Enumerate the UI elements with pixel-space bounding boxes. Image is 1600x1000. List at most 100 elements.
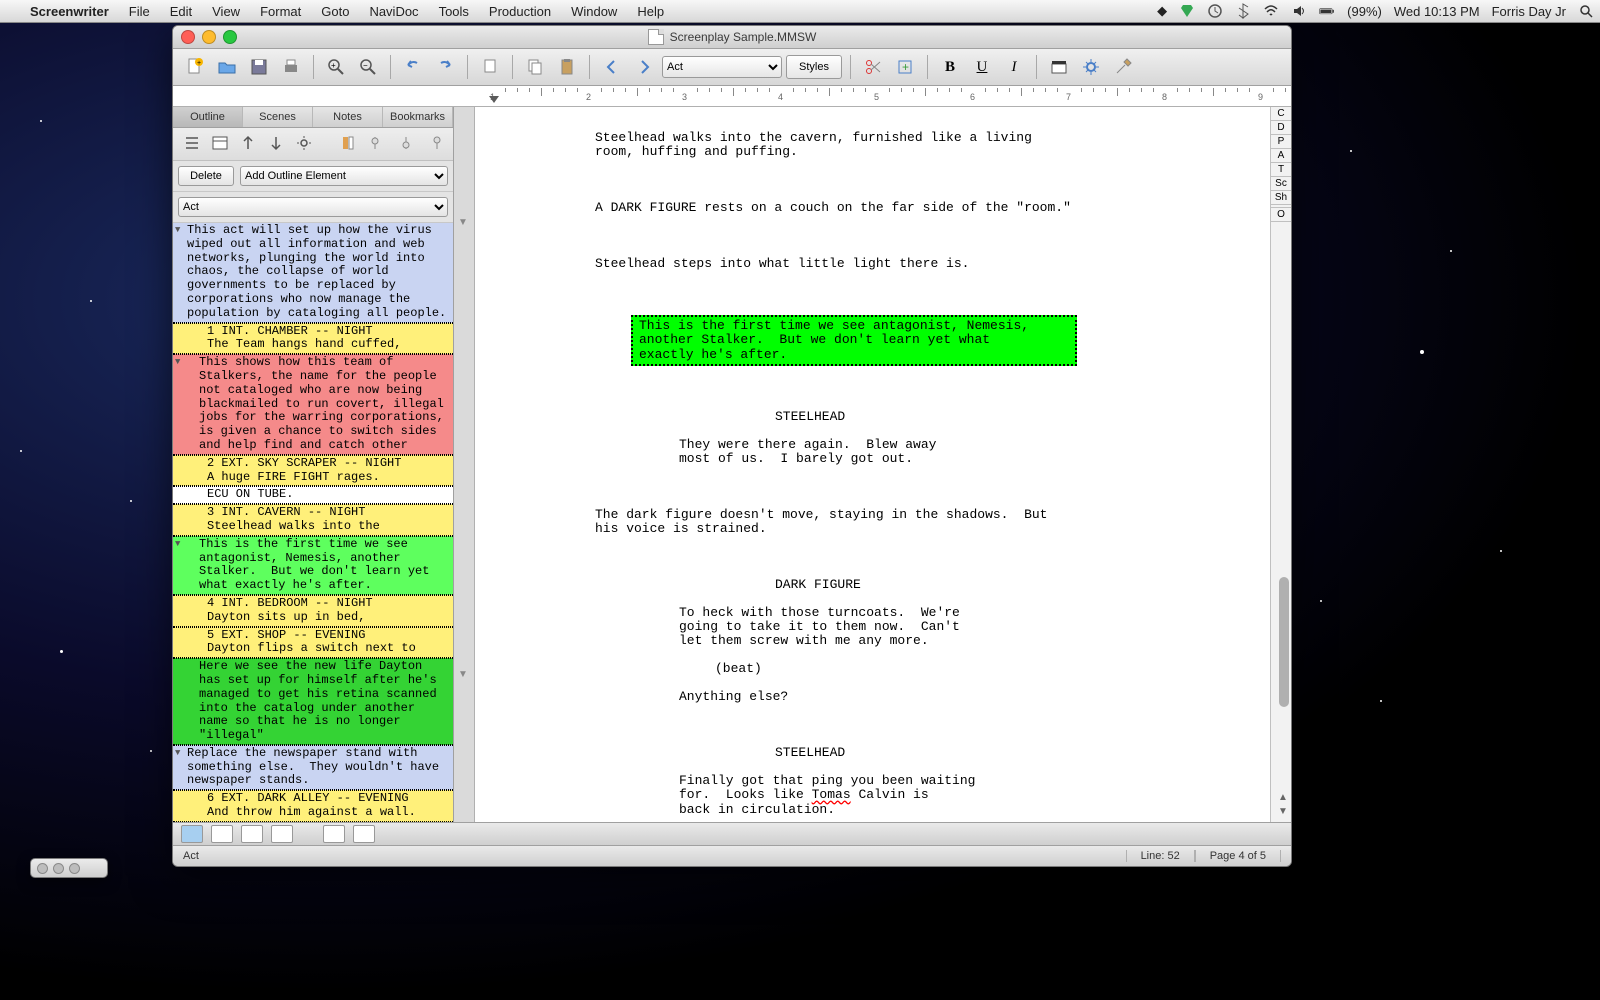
outline-item[interactable]: 6 EXT. DARK ALLEY -- EVENING And throw h… — [173, 790, 453, 822]
titlebar[interactable]: Screenplay Sample.MMSW — [173, 26, 1291, 49]
outline-promote-icon[interactable] — [239, 134, 257, 155]
background-window[interactable] — [30, 858, 108, 878]
outline-columns-icon[interactable] — [341, 134, 359, 155]
tools-icon[interactable] — [1109, 54, 1137, 80]
view-page-button[interactable] — [211, 825, 233, 843]
redo-icon[interactable] — [431, 54, 459, 80]
zoom-in-icon[interactable]: + — [322, 54, 350, 80]
view-zoom-button[interactable] — [271, 825, 293, 843]
outline-slider-3-icon[interactable] — [425, 134, 443, 155]
scissors-icon[interactable] — [859, 54, 887, 80]
outline-calendar-icon[interactable] — [211, 134, 229, 155]
element-strip-item[interactable]: Sh — [1271, 191, 1291, 205]
bluetooth-icon[interactable] — [1229, 3, 1257, 19]
outline-list[interactable]: ▼This act will set up how the virus wipe… — [173, 223, 453, 822]
print-icon[interactable] — [277, 54, 305, 80]
vertical-scrollbar[interactable] — [1275, 207, 1291, 792]
close-button[interactable] — [181, 30, 195, 44]
copy-icon[interactable] — [521, 54, 549, 80]
settings-icon[interactable] — [1077, 54, 1105, 80]
ruler[interactable]: 123456789 — [173, 86, 1291, 107]
spellcheck-word[interactable]: Tomas — [812, 787, 851, 802]
app-menu[interactable]: Screenwriter — [20, 4, 119, 19]
clock[interactable]: Wed 10:13 PM — [1388, 4, 1486, 19]
element-strip-item[interactable]: C — [1271, 107, 1291, 121]
menu-goto[interactable]: Goto — [311, 4, 359, 19]
user-menu[interactable]: Forris Day Jr — [1486, 4, 1572, 19]
view-normal-button[interactable] — [181, 825, 203, 843]
spotlight-icon[interactable] — [1572, 3, 1600, 19]
mac-menubar[interactable]: Screenwriter FileEditViewFormatGotoNaviD… — [0, 0, 1600, 23]
outline-demote-icon[interactable] — [267, 134, 285, 155]
outline-gear-icon[interactable] — [295, 134, 313, 155]
element-select[interactable]: Act — [662, 56, 782, 78]
script-page[interactable]: Steelhead walks into the cavern, furnish… — [475, 107, 1270, 822]
scroll-thumb[interactable] — [1279, 577, 1289, 707]
cut-icon[interactable] — [476, 54, 504, 80]
outline-item[interactable]: ▼Replace the newspaper stand with someth… — [173, 745, 453, 790]
tab-bookmarks[interactable]: Bookmarks — [383, 107, 453, 127]
styles-button[interactable]: Styles — [786, 55, 842, 79]
open-icon[interactable] — [213, 54, 241, 80]
outline-item[interactable]: ECU ON TUBE. — [173, 486, 453, 504]
new-doc-icon[interactable]: + — [181, 54, 209, 80]
outline-item[interactable]: ▼This shows how this team of Stalkers, t… — [173, 354, 453, 455]
wifi-icon[interactable] — [1257, 3, 1285, 19]
tab-scenes[interactable]: Scenes — [243, 107, 313, 127]
view-multi-button[interactable] — [241, 825, 263, 843]
collapse-marker-icon[interactable]: ▼ — [458, 217, 468, 228]
delete-button[interactable]: Delete — [178, 166, 234, 186]
outline-list-icon[interactable] — [183, 134, 201, 155]
menu-file[interactable]: File — [119, 4, 160, 19]
timemachine-icon[interactable] — [1201, 3, 1229, 19]
paste-icon[interactable] — [553, 54, 581, 80]
slate-icon[interactable] — [1045, 54, 1073, 80]
view-cards-button[interactable] — [323, 825, 345, 843]
outline-item[interactable]: ▼This is the first time we see antagonis… — [173, 536, 453, 595]
menu-help[interactable]: Help — [627, 4, 674, 19]
undo-icon[interactable] — [399, 54, 427, 80]
element-strip-item[interactable]: D — [1271, 121, 1291, 135]
prev-icon[interactable] — [598, 54, 626, 80]
scroll-down-icon[interactable]: ▼ — [1275, 806, 1291, 822]
volume-icon[interactable] — [1285, 3, 1313, 19]
element-strip-item[interactable]: A — [1271, 149, 1291, 163]
minimize-button[interactable] — [202, 30, 216, 44]
element-strip-item[interactable]: T — [1271, 163, 1291, 177]
element-strip-item[interactable]: Sc — [1271, 177, 1291, 191]
save-icon[interactable] — [245, 54, 273, 80]
menu-tools[interactable]: Tools — [429, 4, 479, 19]
sync-icon[interactable] — [1173, 3, 1201, 19]
outline-item[interactable]: 1 INT. CHAMBER -- NIGHT The Team hangs h… — [173, 323, 453, 355]
outline-item[interactable]: 2 EXT. SKY SCRAPER -- NIGHT A huge FIRE … — [173, 455, 453, 487]
add-element-icon[interactable]: + — [891, 54, 919, 80]
outline-item[interactable]: ▼This act will set up how the virus wipe… — [173, 223, 453, 323]
outline-act-select[interactable]: Act — [178, 197, 448, 217]
outline-item[interactable]: 5 EXT. SHOP -- EVENING Dayton flips a sw… — [173, 627, 453, 659]
outline-item[interactable]: Here we see the new life Dayton has set … — [173, 658, 453, 745]
underline-button[interactable]: U — [968, 54, 996, 80]
element-strip-item[interactable]: P — [1271, 135, 1291, 149]
tab-notes[interactable]: Notes — [313, 107, 383, 127]
menuextra-icon[interactable]: ◆ — [1151, 3, 1173, 19]
outline-slider-2-icon[interactable] — [397, 134, 415, 155]
tab-outline[interactable]: Outline — [173, 107, 243, 127]
menu-view[interactable]: View — [202, 4, 250, 19]
menu-navidoc[interactable]: NaviDoc — [359, 4, 428, 19]
menu-window[interactable]: Window — [561, 4, 627, 19]
zoom-out-icon[interactable]: − — [354, 54, 382, 80]
editor-gutter[interactable]: ▼ ▼ — [454, 107, 475, 822]
italic-button[interactable]: I — [1000, 54, 1028, 80]
bold-button[interactable]: B — [936, 54, 964, 80]
menu-format[interactable]: Format — [250, 4, 311, 19]
next-icon[interactable] — [630, 54, 658, 80]
battery-icon[interactable] — [1313, 3, 1341, 19]
collapse-marker-icon[interactable]: ▼ — [458, 669, 468, 680]
zoom-button[interactable] — [223, 30, 237, 44]
outline-item[interactable]: 4 INT. BEDROOM -- NIGHT Dayton sits up i… — [173, 595, 453, 627]
outline-item[interactable]: 3 INT. CAVERN -- NIGHT Steelhead walks i… — [173, 504, 453, 536]
script-note[interactable]: This is the first time we see antagonist… — [631, 315, 1077, 365]
view-outline-button[interactable] — [353, 825, 375, 843]
add-outline-select[interactable]: Add Outline Element — [240, 166, 448, 186]
outline-slider-1-icon[interactable] — [369, 134, 387, 155]
